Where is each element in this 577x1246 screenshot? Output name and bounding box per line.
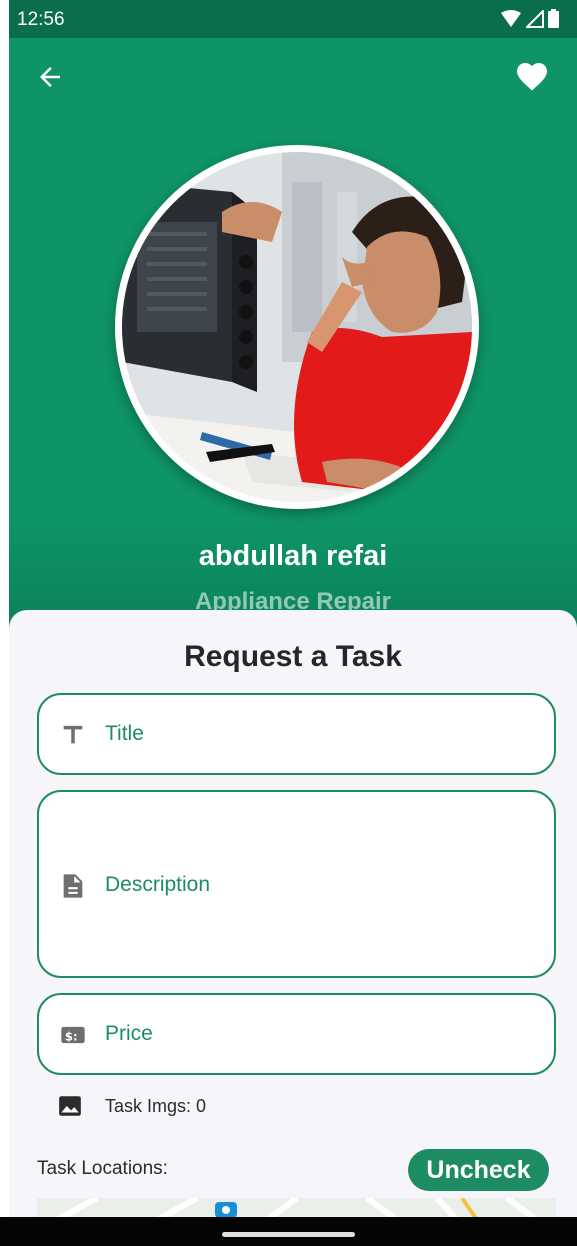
description-field[interactable]: Description [37,790,556,978]
system-navigation-bar [0,1217,577,1246]
status-time: 12:56 [17,9,65,30]
task-locations-label: Task Locations: [37,1158,168,1179]
image-icon [59,1096,81,1116]
avatar-photo [122,152,472,502]
provider-name: abdullah refai [198,540,388,572]
price-field-label: Price [105,1022,153,1045]
price-field[interactable]: $: Price [37,993,556,1075]
task-images-row[interactable]: Task Imgs: 0 [57,1093,206,1119]
status-bar: 12:56 [9,0,577,38]
request-task-sheet: Request a Task Title Description $: Pric… [9,610,577,1220]
description-field-label: Description [105,873,211,896]
home-gesture-pill[interactable] [222,1232,355,1237]
status-icons [500,9,559,28]
avatar [115,145,479,509]
price-tag-icon: $: [61,1026,85,1043]
document-icon [63,874,83,898]
heart-icon[interactable] [514,58,550,92]
signal-icon [526,9,544,28]
title-field-label: Title [105,722,144,745]
wifi-icon [501,9,521,27]
task-images-count: Task Imgs: 0 [105,1095,207,1116]
svg-text:$:: $: [65,1029,78,1043]
sheet-title: Request a Task [184,640,402,673]
app-screen: 12:56 abdullah refai Appliance Repair Re… [9,0,577,1246]
title-field[interactable]: Title [37,693,556,775]
uncheck-button[interactable]: Uncheck [408,1149,549,1191]
arrow-back-icon[interactable] [35,62,65,92]
text-icon [63,725,83,744]
battery-icon [548,9,559,28]
